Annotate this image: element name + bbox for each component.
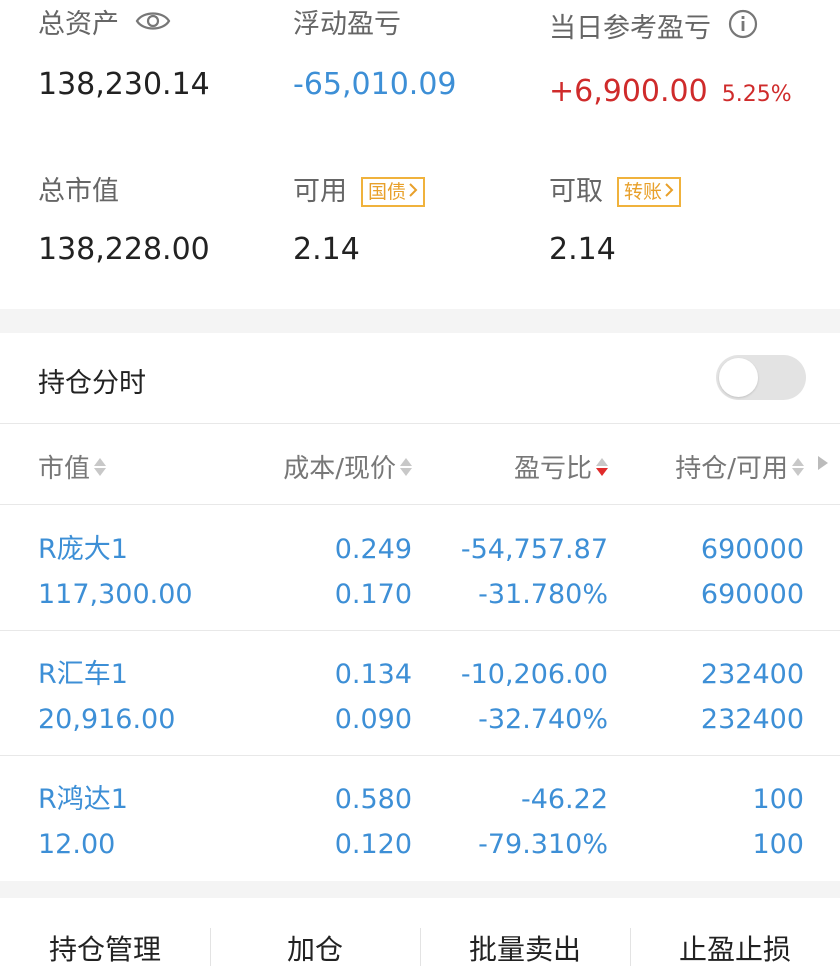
stock-market-value: 117,300.00 xyxy=(38,579,193,610)
account-summary: 总资产 138,230.14 浮动盈亏 -65,010.09 当日参考盈亏 +6… xyxy=(0,0,840,309)
stock-market-value: 12.00 xyxy=(38,829,116,860)
toggle-knob xyxy=(719,358,758,397)
sort-icon xyxy=(400,457,412,476)
total-assets-value: 138,230.14 xyxy=(38,67,210,102)
total-assets: 总资产 138,230.14 xyxy=(38,8,210,104)
floating-pnl-label: 浮动盈亏 xyxy=(293,9,401,40)
withdrawable-value: 2.14 xyxy=(549,232,616,267)
chevron-right-icon xyxy=(408,180,418,204)
available-funds: 可用 国债 2.14 xyxy=(293,175,426,269)
stock-pnl-percent: -32.740% xyxy=(478,704,608,735)
stock-pnl: -10,206.00 xyxy=(460,659,608,690)
treasury-bond-label: 国债 xyxy=(368,181,407,203)
total-assets-label: 总资产 xyxy=(38,9,119,40)
stock-name: R鸿达1 xyxy=(38,784,128,815)
holdings-table-body: R庞大1 117,300.00 0.249 0.170 -54,757.87 -… xyxy=(0,505,840,881)
market-value-label: 总市值 xyxy=(38,176,119,207)
scroll-right-arrow-icon[interactable] xyxy=(818,456,828,470)
transfer-label: 转账 xyxy=(624,181,663,203)
table-row[interactable]: R庞大1 117,300.00 0.249 0.170 -54,757.87 -… xyxy=(0,505,840,631)
table-row[interactable]: R鸿达1 12.00 0.580 0.120 -46.22 -79.310% 1… xyxy=(0,755,840,880)
daily-pnl-value: +6,900.00 xyxy=(549,74,708,109)
stock-market-value: 20,916.00 xyxy=(38,704,176,735)
stock-holding: 232400 xyxy=(700,659,804,690)
daily-pnl: 当日参考盈亏 +6,900.00 5.25% xyxy=(549,8,792,111)
treasury-bond-link[interactable]: 国债 xyxy=(361,177,426,207)
daily-pnl-label: 当日参考盈亏 xyxy=(549,12,711,44)
stock-price: 0.090 xyxy=(334,704,412,735)
stock-available: 100 xyxy=(752,829,804,860)
stop-profit-loss-button[interactable]: 止盈止损 xyxy=(630,928,840,968)
stock-pnl-percent: -31.780% xyxy=(478,579,608,610)
available-label: 可用 xyxy=(293,176,347,207)
stock-cost: 0.134 xyxy=(334,659,412,690)
floating-pnl: 浮动盈亏 -65,010.09 xyxy=(293,8,457,104)
manage-holdings-button[interactable]: 持仓管理 xyxy=(0,928,210,968)
col-pnl-ratio[interactable]: 盈亏比 xyxy=(514,448,608,485)
holdings-table-header: 市值 成本/现价 盈亏比 持仓/可用 xyxy=(0,424,840,505)
chevron-right-icon xyxy=(664,180,674,204)
stock-price: 0.120 xyxy=(334,829,412,860)
stock-available: 690000 xyxy=(700,579,804,610)
stock-available: 232400 xyxy=(700,704,804,735)
stock-holding: 690000 xyxy=(700,534,804,565)
sort-icon xyxy=(94,457,107,476)
col-market-value[interactable]: 市值 xyxy=(38,448,107,485)
eye-icon[interactable] xyxy=(135,8,171,42)
sort-desc-active-icon xyxy=(596,457,608,476)
add-position-button[interactable]: 加仓 xyxy=(210,928,420,968)
table-row[interactable]: R汇车1 20,916.00 0.134 0.090 -10,206.00 -3… xyxy=(0,630,840,756)
sort-icon xyxy=(792,457,804,476)
stock-name: R庞大1 xyxy=(38,534,128,565)
stock-cost: 0.249 xyxy=(334,534,412,565)
info-icon[interactable] xyxy=(727,8,759,49)
available-value: 2.14 xyxy=(293,232,360,267)
market-value: 总市值 138,228.00 xyxy=(38,175,210,269)
stock-cost: 0.580 xyxy=(334,784,412,815)
col-holding-available[interactable]: 持仓/可用 xyxy=(675,448,804,485)
stock-pnl-percent: -79.310% xyxy=(478,829,608,860)
col-cost-price[interactable]: 成本/现价 xyxy=(283,448,412,485)
holdings-timeshare-toggle[interactable] xyxy=(716,355,806,400)
withdrawable-label: 可取 xyxy=(549,176,603,207)
stock-price: 0.170 xyxy=(334,579,412,610)
holdings-timeshare-bar: 持仓分时 xyxy=(0,333,840,424)
stock-pnl: -54,757.87 xyxy=(460,534,608,565)
action-bar: 持仓管理 加仓 批量卖出 止盈止损 xyxy=(0,898,840,970)
stock-pnl: -46.22 xyxy=(520,784,608,815)
market-value-value: 138,228.00 xyxy=(38,232,210,267)
floating-pnl-value: -65,010.09 xyxy=(293,67,457,102)
withdrawable-funds: 可取 转账 2.14 xyxy=(549,175,682,269)
holdings-timeshare-title: 持仓分时 xyxy=(38,368,146,399)
batch-sell-button[interactable]: 批量卖出 xyxy=(420,928,630,968)
transfer-link[interactable]: 转账 xyxy=(617,177,682,207)
stock-holding: 100 xyxy=(752,784,804,815)
daily-pnl-percent: 5.25% xyxy=(721,82,792,107)
stock-name: R汇车1 xyxy=(38,659,128,690)
